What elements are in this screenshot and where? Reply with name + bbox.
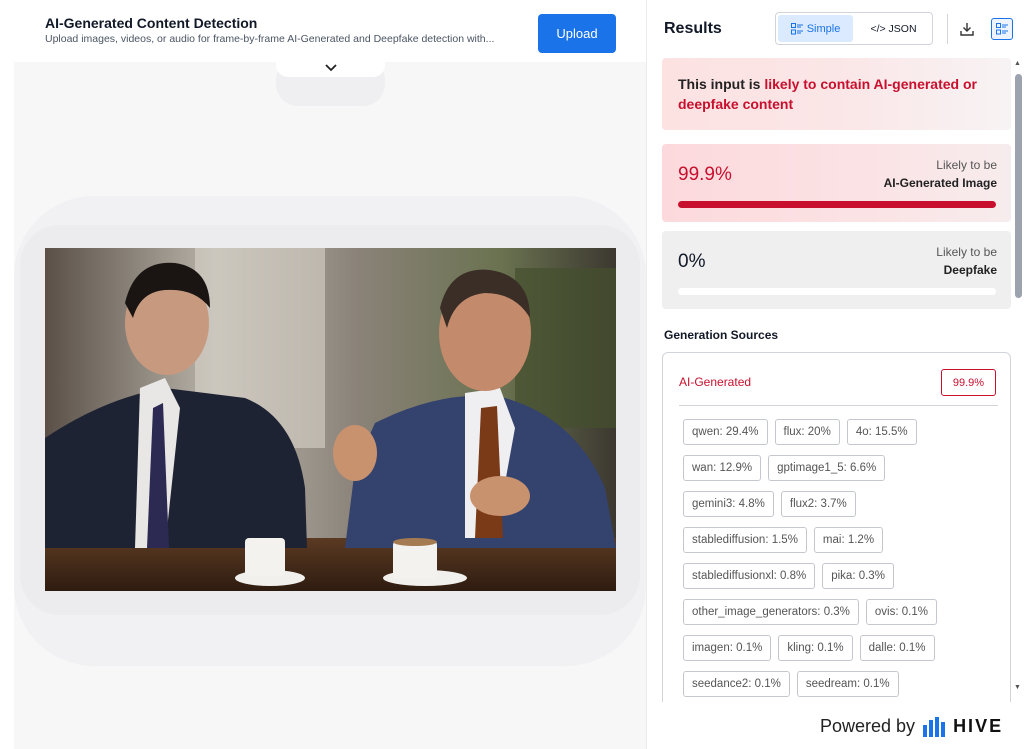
- ai-generated-score-card: 99.9% Likely to be AI-Generated Image: [662, 144, 1011, 222]
- results-panel: Results Simple </> JSON This input is li…: [646, 0, 1024, 749]
- source-tag-row: imagen: 0.1% kling: 0.1% dalle: 0.1%: [683, 635, 1003, 661]
- powered-by[interactable]: Powered by HIVE: [820, 716, 1003, 737]
- results-scrollbar[interactable]: ▲ ▼: [1013, 58, 1023, 698]
- toolbar-divider: [947, 14, 948, 44]
- ai-generated-likely-label: Likely to be: [936, 158, 997, 172]
- deepfake-score-card: 0% Likely to be Deepfake: [662, 231, 1011, 309]
- source-tag: qwen: 29.4%: [683, 419, 768, 445]
- source-tag-row: gemini3: 4.8% flux2: 3.7%: [683, 491, 1003, 517]
- source-tag-row: seedance2: 0.1% seedream: 0.1%: [683, 671, 1003, 697]
- source-tag-row: qwen: 29.4% flux: 20% 4o: 15.5%: [683, 419, 1003, 445]
- ai-generated-kind: AI-Generated Image: [883, 176, 997, 190]
- powered-by-label: Powered by: [820, 716, 916, 736]
- json-view-tab[interactable]: </> JSON: [856, 15, 931, 42]
- scrollbar-thumb[interactable]: [1015, 74, 1022, 298]
- source-tag: kling: 0.1%: [778, 635, 853, 661]
- source-tag: seedance2: 0.1%: [683, 671, 790, 697]
- generation-sources-box: AI-Generated 99.9% qwen: 29.4% flux: 20% 4…: [662, 352, 1011, 702]
- source-tag-list: qwen: 29.4% flux: 20% 4o: 15.5% wan: 12.9% g…: [683, 419, 1003, 702]
- source-tag-row: stablediffusion: 1.5% mai: 1.2%: [683, 527, 1003, 553]
- uploaded-image: [45, 248, 616, 591]
- json-view-label: </> JSON: [870, 22, 917, 35]
- generation-score-badge: 99.9%: [941, 369, 996, 396]
- source-tag-row: wan: 12.9% gptimage1_5: 6.6%: [683, 455, 1003, 481]
- ai-generated-percent: 99.9%: [678, 164, 732, 185]
- page-gutter: [0, 0, 14, 749]
- generation-divider: [679, 405, 998, 406]
- source-tag: pika: 0.3%: [822, 563, 894, 589]
- download-icon: [960, 23, 974, 36]
- upload-button[interactable]: Upload: [538, 14, 616, 53]
- results-title: Results: [664, 20, 722, 37]
- verdict-prefix: This input is: [678, 76, 765, 92]
- generation-label: AI-Generated: [679, 375, 752, 389]
- deepfake-percent: 0%: [678, 251, 706, 272]
- generation-sources-title: Generation Sources: [664, 328, 779, 342]
- source-tag-row: other_image_generators: 0.3% ovis: 0.1%: [683, 599, 1003, 625]
- source-tag: gemini3: 4.8%: [683, 491, 774, 517]
- source-tag: stablediffusionxl: 0.8%: [683, 563, 816, 589]
- source-tag: dalle: 0.1%: [859, 635, 935, 661]
- page-header: AI-Generated Content Detection Upload im…: [0, 0, 646, 62]
- page-title: AI-Generated Content Detection: [45, 15, 258, 31]
- download-button[interactable]: [957, 18, 977, 40]
- view-mode-switch: Simple </> JSON: [775, 12, 933, 45]
- list-view-icon: [790, 22, 803, 34]
- source-tag: ovis: 0.1%: [865, 599, 937, 625]
- source-tag: gptimage1_5: 6.6%: [768, 455, 886, 481]
- deepfake-progress: [678, 288, 996, 295]
- source-tag: flux2: 3.7%: [780, 491, 856, 517]
- scroll-up-arrow-icon[interactable]: ▲: [1014, 60, 1021, 67]
- verdict-banner: This input is likely to contain AI-gener…: [662, 58, 1011, 130]
- source-tag: stablediffusion: 1.5%: [683, 527, 807, 553]
- hive-brand: HIVE: [953, 716, 1004, 736]
- page-subtitle: Upload images, videos, or audio for fram…: [45, 33, 495, 45]
- deepfake-kind: Deepfake: [943, 263, 997, 277]
- source-tag: wan: 12.9%: [683, 455, 762, 481]
- ai-generated-progress-fill: [678, 201, 996, 208]
- compact-view-button[interactable]: [991, 18, 1013, 40]
- preview-panel: [0, 0, 646, 749]
- scroll-down-arrow-icon[interactable]: ▼: [1014, 684, 1021, 691]
- simple-view-tab[interactable]: Simple: [778, 15, 853, 42]
- simple-view-label: Simple: [806, 22, 841, 35]
- ai-generated-progress: [678, 201, 996, 208]
- source-tag: other_image_generators: 0.3%: [683, 599, 859, 625]
- source-tag: seedream: 0.1%: [796, 671, 899, 697]
- source-tag: 4o: 15.5%: [846, 419, 917, 445]
- source-tag: flux: 20%: [774, 419, 840, 445]
- source-tag: mai: 1.2%: [813, 527, 884, 553]
- deepfake-likely-label: Likely to be: [936, 245, 997, 259]
- hive-logo-icon: [923, 716, 946, 737]
- source-tag-row: stablediffusionxl: 0.8% pika: 0.3%: [683, 563, 1003, 589]
- list-view-icon: [996, 23, 1008, 35]
- chevron-down-icon: [324, 63, 337, 71]
- source-tag: imagen: 0.1%: [683, 635, 772, 661]
